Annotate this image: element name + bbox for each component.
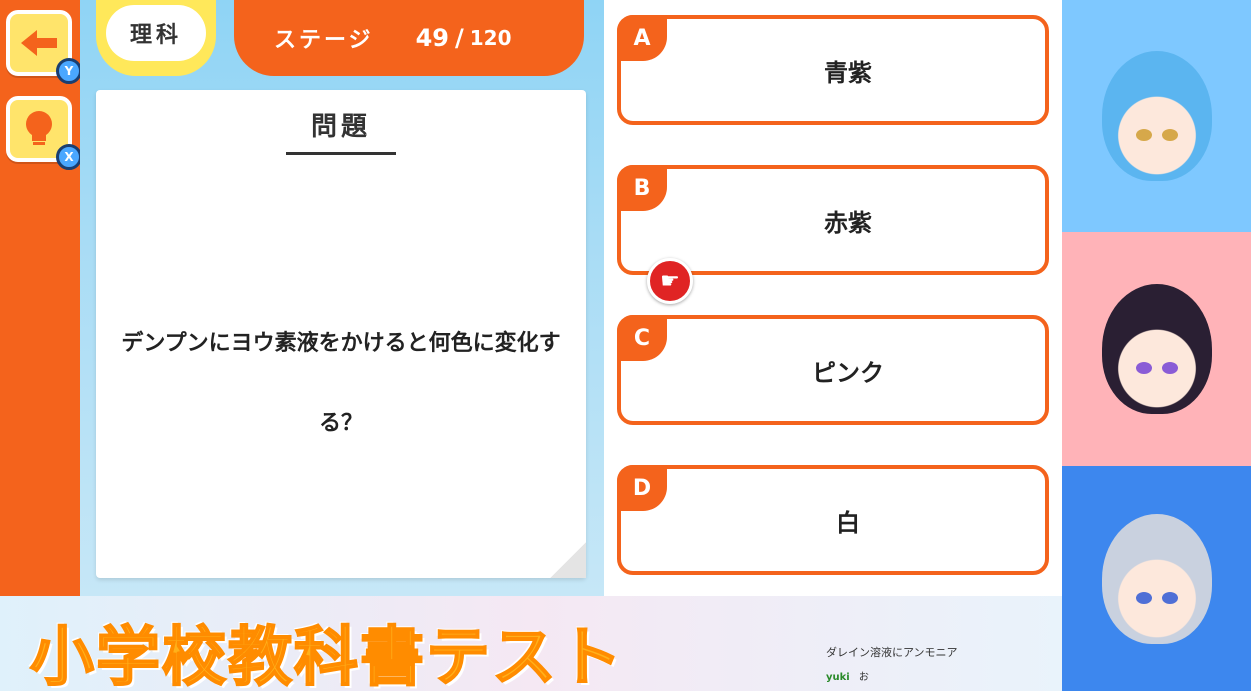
chat-message: yuki お xyxy=(826,668,869,683)
left-rail xyxy=(0,0,80,596)
stage-label: ステージ xyxy=(274,28,374,53)
chat-text: お xyxy=(858,672,869,683)
hint-button[interactable]: X xyxy=(6,96,82,170)
question-card: 問題 デンプンにヨウ素液をかけると何色に変化する？ xyxy=(96,90,586,578)
back-button[interactable]: Y xyxy=(6,10,82,84)
avatar-face xyxy=(1101,513,1212,644)
answer-option-a[interactable]: A 青紫 xyxy=(617,15,1049,125)
answer-text: 青紫 xyxy=(824,58,872,87)
stage-current: 49 xyxy=(415,24,449,52)
avatar-face xyxy=(1101,284,1212,414)
question-text: デンプンにヨウ素液をかけると何色に変化する？ xyxy=(121,331,561,436)
avatar-face xyxy=(1101,51,1212,181)
banner-title: 小学校教科書テスト xyxy=(29,620,624,691)
back-key-badge: Y xyxy=(56,58,82,84)
lightbulb-icon xyxy=(26,111,52,145)
stage-total: 120 xyxy=(469,26,512,50)
question-title: 問題 xyxy=(310,112,371,142)
answer-option-c[interactable]: C ピンク xyxy=(617,315,1049,425)
arrow-left-icon xyxy=(21,30,57,56)
stage-separator: / xyxy=(454,24,464,52)
chat-username: yuki xyxy=(826,672,850,683)
answer-letter: A xyxy=(617,15,667,61)
answer-letter: D xyxy=(617,465,667,511)
pointing-hand-icon: ☛ xyxy=(647,258,693,304)
streamer-avatar-3 xyxy=(1062,466,1251,691)
stage-bar: ステージ 49 / 120 xyxy=(234,0,584,76)
answer-option-b[interactable]: B 赤紫 xyxy=(617,165,1049,275)
subject-tab: 理科 xyxy=(96,0,216,76)
answer-letter: C xyxy=(617,315,667,361)
answer-text: ピンク xyxy=(812,358,884,387)
streamer-avatar-2 xyxy=(1062,232,1251,466)
chat-message: ダレイン溶液にアンモニア xyxy=(826,646,958,659)
answer-text: 赤紫 xyxy=(824,208,872,237)
question-title-underline xyxy=(286,152,396,155)
hint-key-badge: X xyxy=(56,144,82,170)
answer-option-d[interactable]: D 白 xyxy=(617,465,1049,575)
subject-label: 理科 xyxy=(106,5,206,61)
streamer-avatar-1 xyxy=(1062,0,1251,232)
answer-letter: B xyxy=(617,165,667,211)
answer-text: 白 xyxy=(836,508,860,537)
